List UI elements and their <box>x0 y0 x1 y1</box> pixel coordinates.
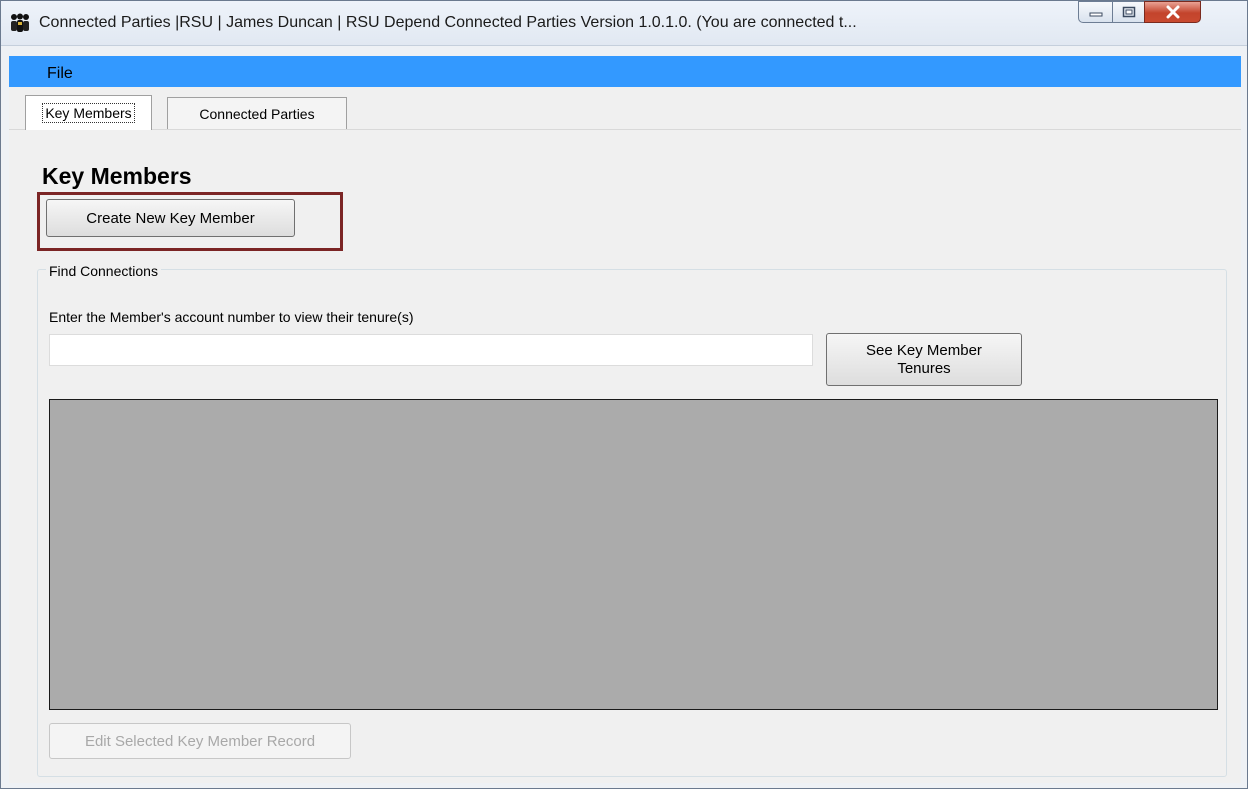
close-icon <box>1166 5 1179 19</box>
app-window: Connected Parties |RSU | James Duncan | … <box>0 0 1248 789</box>
maximize-icon <box>1122 6 1135 18</box>
minimize-icon <box>1089 12 1102 17</box>
menu-file[interactable]: File <box>47 65 73 83</box>
tab-divider <box>9 129 1241 130</box>
edit-selected-key-member-record-button[interactable]: Edit Selected Key Member Record <box>49 723 351 759</box>
create-new-key-member-button[interactable]: Create New Key Member <box>46 199 295 237</box>
see-key-member-tenures-button[interactable]: See Key Member Tenures <box>826 333 1022 386</box>
account-number-instruction: Enter the Member's account number to vie… <box>49 309 414 325</box>
page-title: Key Members <box>42 163 192 189</box>
menu-bar: File <box>9 56 1241 87</box>
minimize-button[interactable] <box>1078 1 1113 23</box>
window-title: Connected Parties |RSU | James Duncan | … <box>39 14 857 31</box>
client-area: Key Members Connected Parties Key Member… <box>9 87 1241 783</box>
tab-strip: Key Members Connected Parties <box>9 87 1241 130</box>
tenures-data-grid[interactable] <box>49 399 1218 710</box>
maximize-button[interactable] <box>1112 1 1145 23</box>
tab-connected-parties-label: Connected Parties <box>199 105 315 122</box>
close-button[interactable] <box>1144 1 1201 23</box>
tab-connected-parties[interactable]: Connected Parties <box>167 97 347 129</box>
tab-key-members[interactable]: Key Members <box>25 95 152 130</box>
see-key-member-tenures-label: See Key Member Tenures <box>866 341 982 377</box>
account-number-input[interactable] <box>49 334 813 366</box>
tab-key-members-label: Key Members <box>42 103 135 123</box>
title-bar[interactable]: Connected Parties |RSU | James Duncan | … <box>1 1 1247 46</box>
find-connections-legend: Find Connections <box>46 263 161 279</box>
app-people-icon <box>11 13 29 32</box>
